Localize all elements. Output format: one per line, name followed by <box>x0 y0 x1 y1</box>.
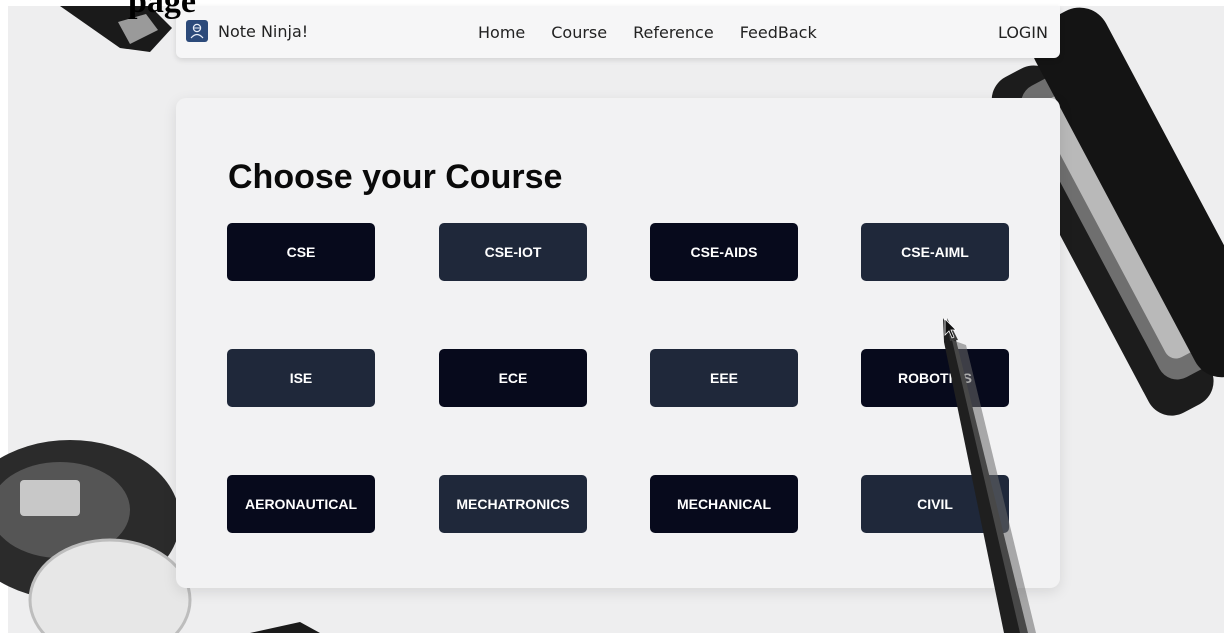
course-card: Choose your Course CSE CSE-IOT CSE-AIDS … <box>176 98 1060 588</box>
course-button-cse-aiml[interactable]: CSE-AIML <box>861 223 1009 281</box>
course-button-aeronautical[interactable]: AERONAUTICAL <box>227 475 375 533</box>
brand[interactable]: Note Ninja! <box>186 20 308 42</box>
nav-link-home[interactable]: Home <box>478 23 525 42</box>
page-title: Choose your Course <box>228 158 563 196</box>
course-button-eee[interactable]: EEE <box>650 349 798 407</box>
course-button-cse-iot[interactable]: CSE-IOT <box>439 223 587 281</box>
course-button-civil[interactable]: CIVIL <box>861 475 1009 533</box>
nav-link-course[interactable]: Course <box>551 23 607 42</box>
course-button-robotics[interactable]: ROBOTICS <box>861 349 1009 407</box>
document-heading: page <box>128 0 196 20</box>
course-button-mechanical[interactable]: MECHANICAL <box>650 475 798 533</box>
top-navbar: Note Ninja! Home Course Reference FeedBa… <box>176 6 1060 58</box>
course-button-cse-aids[interactable]: CSE-AIDS <box>650 223 798 281</box>
course-button-ece[interactable]: ECE <box>439 349 587 407</box>
brand-name: Note Ninja! <box>218 21 309 41</box>
course-button-cse[interactable]: CSE <box>227 223 375 281</box>
course-button-mechatronics[interactable]: MECHATRONICS <box>439 475 587 533</box>
nav-link-feedback[interactable]: FeedBack <box>740 23 817 42</box>
ninja-logo-icon <box>186 20 208 42</box>
login-link[interactable]: LOGIN <box>998 23 1048 42</box>
course-button-ise[interactable]: ISE <box>227 349 375 407</box>
nav-links: Home Course Reference FeedBack <box>478 23 843 42</box>
nav-link-reference[interactable]: Reference <box>633 23 714 42</box>
